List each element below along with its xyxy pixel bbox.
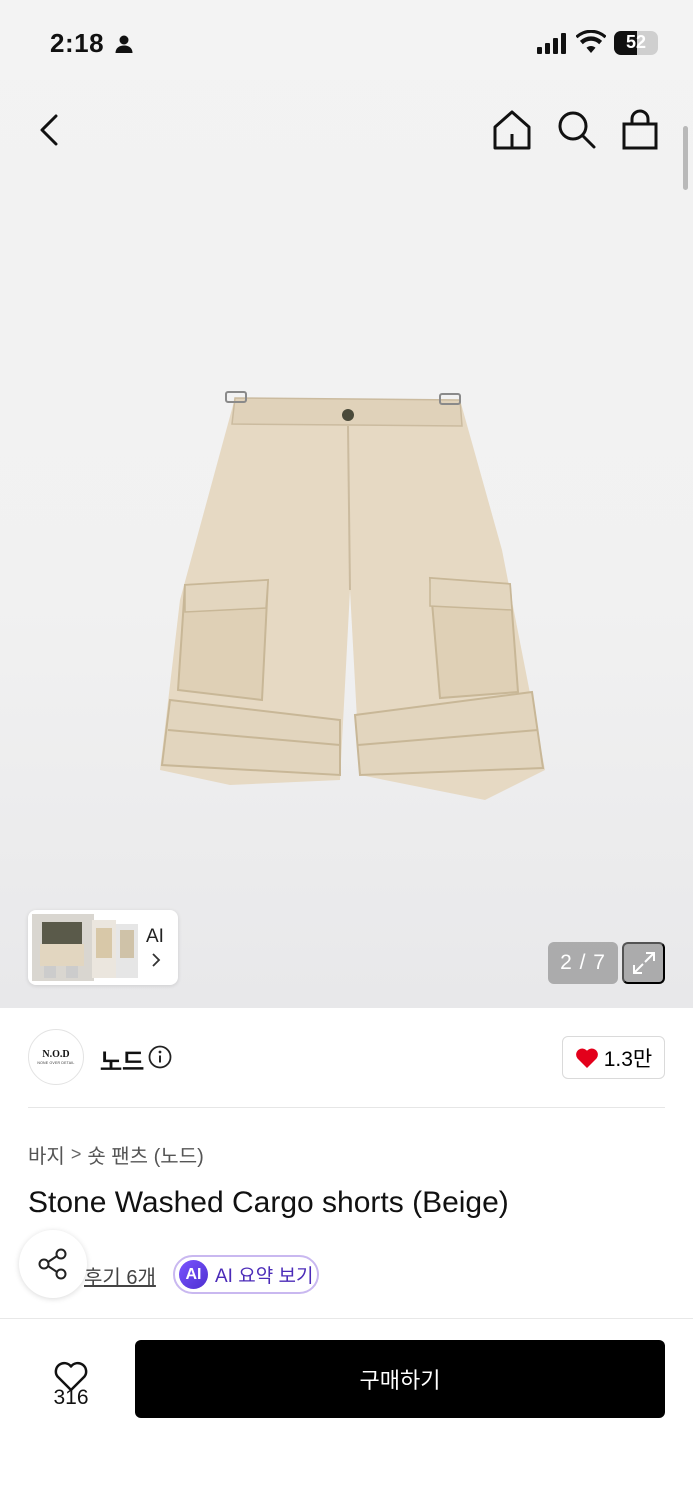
bottom-bar-divider: [0, 1318, 693, 1319]
breadcrumb-item[interactable]: 바지: [28, 1140, 65, 1169]
home-button[interactable]: [490, 108, 534, 152]
product-title: Stone Washed Cargo shorts (Beige): [28, 1186, 509, 1219]
cellular-signal-icon: [537, 32, 569, 59]
product-gallery[interactable]: 2:18 52 AI 2 / 7: [0, 0, 693, 1008]
ai-summary-label: AI 요약 보기: [215, 1266, 314, 1287]
breadcrumb-item[interactable]: 숏 팬츠 (노드): [87, 1140, 203, 1169]
breadcrumb: 바지 > 숏 팬츠 (노드): [28, 1140, 204, 1169]
brand-logo-subtext: NONE OVER DETAIL: [37, 1061, 75, 1065]
ai-badge-icon: AI: [179, 1260, 208, 1289]
heart-filled-icon: [575, 1048, 598, 1068]
brand-logo-text: N.O.D: [42, 1049, 70, 1060]
wifi-icon: [575, 29, 607, 59]
wishlist-count: 316: [53, 1386, 89, 1409]
back-button[interactable]: [30, 108, 70, 152]
ai-summary-button[interactable]: AI AI 요약 보기: [173, 1255, 319, 1294]
section-divider: [28, 1107, 665, 1108]
brand-like-count: 1.3만: [603, 1047, 653, 1071]
status-time: 2:18: [50, 28, 105, 58]
expand-icon: [632, 952, 655, 974]
thumbnail-ai-label: AI: [146, 926, 164, 947]
chevron-right-icon: [152, 953, 161, 967]
battery-indicator: 52: [614, 31, 658, 55]
cart-button[interactable]: [618, 108, 662, 152]
search-icon: [558, 111, 596, 149]
share-icon: [38, 1248, 67, 1280]
battery-percent: 52: [625, 32, 647, 52]
shopping-bag-icon: [622, 109, 658, 150]
search-button[interactable]: [555, 108, 599, 152]
ai-thumbnail-card[interactable]: AI: [28, 910, 178, 985]
brand-like-button[interactable]: 1.3만: [562, 1036, 665, 1079]
image-counter: 2 / 7: [548, 942, 618, 984]
review-link[interactable]: 후기 6개: [84, 1261, 156, 1290]
scrollbar[interactable]: [683, 126, 688, 190]
thumbnail-strip: [32, 914, 138, 981]
breadcrumb-separator-icon: >: [70, 1144, 82, 1164]
expand-button[interactable]: [622, 942, 665, 984]
person-icon: [114, 34, 134, 59]
chevron-left-icon: [40, 114, 58, 146]
buy-button[interactable]: 구매하기: [135, 1340, 665, 1418]
home-icon: [493, 110, 531, 150]
brand-name[interactable]: 노드: [100, 1042, 144, 1077]
brand-logo[interactable]: N.O.D NONE OVER DETAIL: [28, 1029, 84, 1085]
status-bar: 2:18 52: [0, 28, 693, 62]
info-icon[interactable]: [148, 1045, 172, 1074]
share-button[interactable]: [19, 1230, 87, 1298]
product-image[interactable]: [140, 380, 560, 810]
